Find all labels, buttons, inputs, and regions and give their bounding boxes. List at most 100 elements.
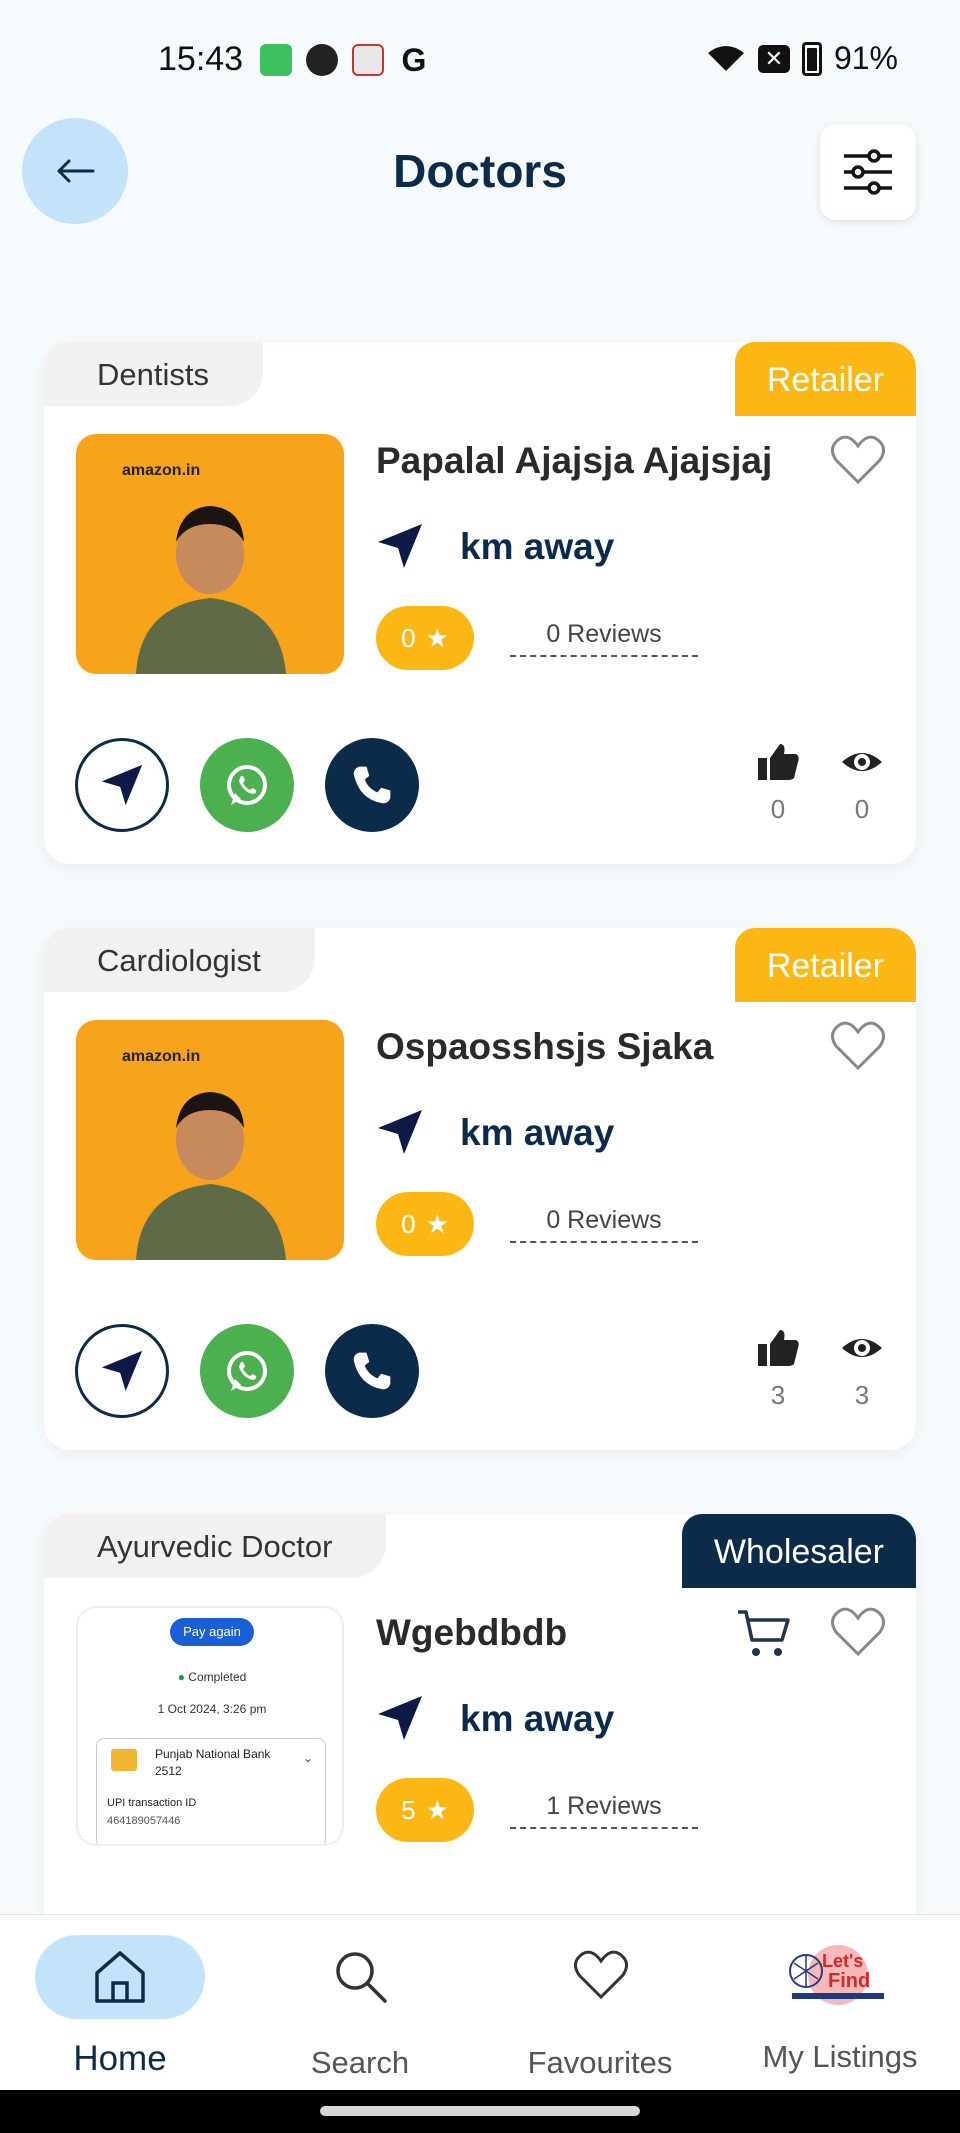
rating-badge: 5 ★ <box>376 1778 474 1842</box>
rating-badge: 0 ★ <box>376 1192 474 1256</box>
battery-icon <box>801 41 822 76</box>
call-button[interactable] <box>325 738 419 832</box>
rating-badge: 0 ★ <box>376 606 474 670</box>
nav-tab-search[interactable]: Search <box>240 1915 480 2091</box>
thumb-txn-id: 464189057446 <box>107 1815 181 1827</box>
heart-icon <box>574 1950 628 2000</box>
eye-icon <box>842 753 882 771</box>
navigation-arrow-icon <box>378 524 422 568</box>
phone-icon <box>353 766 391 804</box>
status-indicators: ✕ 91% <box>706 40 898 77</box>
app-notification-icon <box>306 44 338 76</box>
chevron-down-icon: ⌄ <box>302 1751 313 1765</box>
listing-thumbnail: amazon.in <box>76 1020 344 1260</box>
heart-icon[interactable] <box>830 1020 886 1072</box>
eye-icon <box>842 1339 882 1357</box>
likes-stat: 0 <box>748 742 808 825</box>
likes-count: 0 <box>770 794 786 824</box>
bank-logo-icon <box>111 1749 137 1771</box>
category-tag: Ayurvedic Doctor <box>44 1514 387 1578</box>
phone-icon <box>353 1352 391 1390</box>
likes-count: 3 <box>770 1380 786 1410</box>
page-title: Doctors <box>393 145 567 197</box>
navigation-arrow-icon <box>378 1696 422 1740</box>
no-signal-icon: ✕ <box>757 44 790 73</box>
whatsapp-icon <box>227 765 267 805</box>
type-badge: Retailer <box>734 928 916 1002</box>
navigation-arrow-icon <box>101 764 143 806</box>
thumb-bank-box: Punjab National Bank 2512 ⌄ UPI transact… <box>96 1738 326 1844</box>
filter-button[interactable] <box>820 124 916 220</box>
star-icon: ★ <box>425 1208 449 1239</box>
business-name[interactable]: Ospaosshsjs Sjaka <box>376 1026 713 1068</box>
google-icon: G <box>401 42 427 78</box>
rating-value: 5 <box>401 1794 416 1825</box>
navigation-arrow-icon <box>101 1350 143 1392</box>
listing-card[interactable]: Dentists Retailer amazon.in Papalal Ajaj… <box>44 342 916 864</box>
thumb-bank-account: 2512 <box>155 1764 182 1778</box>
home-icon <box>95 1951 145 2003</box>
views-count: 0 <box>854 794 870 824</box>
nav-label-home: Home <box>73 2039 167 2078</box>
shopping-app-icon <box>260 44 292 76</box>
listing-card[interactable]: Ayurvedic Doctor Wholesaler Pay again ● … <box>44 1514 916 1914</box>
check-icon: ● <box>177 1670 185 1684</box>
distance-label: km away <box>460 1698 615 1739</box>
thumb-date: 1 Oct 2024, 3:26 pm <box>157 1702 267 1716</box>
star-icon: ★ <box>425 1794 449 1825</box>
person-image <box>136 1092 286 1260</box>
thumb-status-text: Completed <box>188 1670 247 1684</box>
business-name[interactable]: Wgebdbdb <box>376 1612 567 1654</box>
person-image <box>136 506 286 674</box>
whatsapp-button[interactable] <box>200 738 294 832</box>
category-tag: Dentists <box>44 342 263 406</box>
whatsapp-icon <box>227 1351 267 1391</box>
views-stat: 0 <box>832 742 892 825</box>
type-badge: Retailer <box>734 342 916 416</box>
gesture-bar <box>0 2090 960 2133</box>
rating-value: 0 <box>401 1208 416 1239</box>
nav-label-my-listings: My Listings <box>762 2039 918 2074</box>
status-bar: 15:43 G ✕ 91% <box>0 0 960 120</box>
business-name[interactable]: Papalal Ajajsja Ajajsjaj <box>376 440 772 482</box>
status-time: 15:43 <box>158 40 244 78</box>
heart-icon[interactable] <box>830 434 886 486</box>
thumbs-up-icon <box>758 744 799 780</box>
sliders-icon <box>844 149 892 195</box>
bottom-navigation: Home Search Favourites My Listings Let's… <box>0 1914 960 2090</box>
thumb-bank-name: Punjab National Bank <box>155 1747 271 1761</box>
home-gesture-handle[interactable] <box>320 2106 640 2116</box>
type-badge: Wholesaler <box>681 1514 916 1588</box>
heart-icon[interactable] <box>830 1606 886 1658</box>
nav-tab-favourites[interactable]: Favourites <box>480 1915 720 2091</box>
distance-label: km away <box>460 1112 615 1153</box>
rating-value: 0 <box>401 622 416 653</box>
reviews-link[interactable]: 1 Reviews <box>510 1792 698 1829</box>
thumb-status: ● Completed <box>78 1670 342 1684</box>
listing-thumbnail: Pay again ● Completed 1 Oct 2024, 3:26 p… <box>76 1606 344 1846</box>
navigation-arrow-icon <box>378 1110 422 1154</box>
nav-label-favourites: Favourites <box>527 2045 673 2080</box>
search-icon <box>336 1952 387 2003</box>
views-stat: 3 <box>832 1328 892 1411</box>
likes-stat: 3 <box>748 1328 808 1411</box>
directions-button[interactable] <box>75 738 169 832</box>
directions-button[interactable] <box>75 1324 169 1418</box>
thumbs-up-icon <box>758 1330 799 1366</box>
thumb-txn-label: UPI transaction ID <box>107 1797 197 1809</box>
reviews-link[interactable]: 0 Reviews <box>510 1206 698 1243</box>
cart-icon[interactable] <box>736 1608 792 1660</box>
thumb-pay-button: Pay again <box>170 1618 254 1646</box>
star-icon: ★ <box>425 622 449 653</box>
category-tag: Cardiologist <box>44 928 315 992</box>
whatsapp-button[interactable] <box>200 1324 294 1418</box>
reviews-link[interactable]: 0 Reviews <box>510 620 698 657</box>
nav-tab-home[interactable]: Home <box>0 1915 240 2091</box>
battery-percent: 91% <box>833 40 898 76</box>
wifi-icon <box>707 45 744 71</box>
call-button[interactable] <box>325 1324 419 1418</box>
listing-card[interactable]: Cardiologist Retailer amazon.in Ospaossh… <box>44 928 916 1450</box>
news-app-icon <box>352 44 384 76</box>
lets-find-logo: Let's Find <box>789 1945 884 2005</box>
distance-label: km away <box>460 526 615 567</box>
